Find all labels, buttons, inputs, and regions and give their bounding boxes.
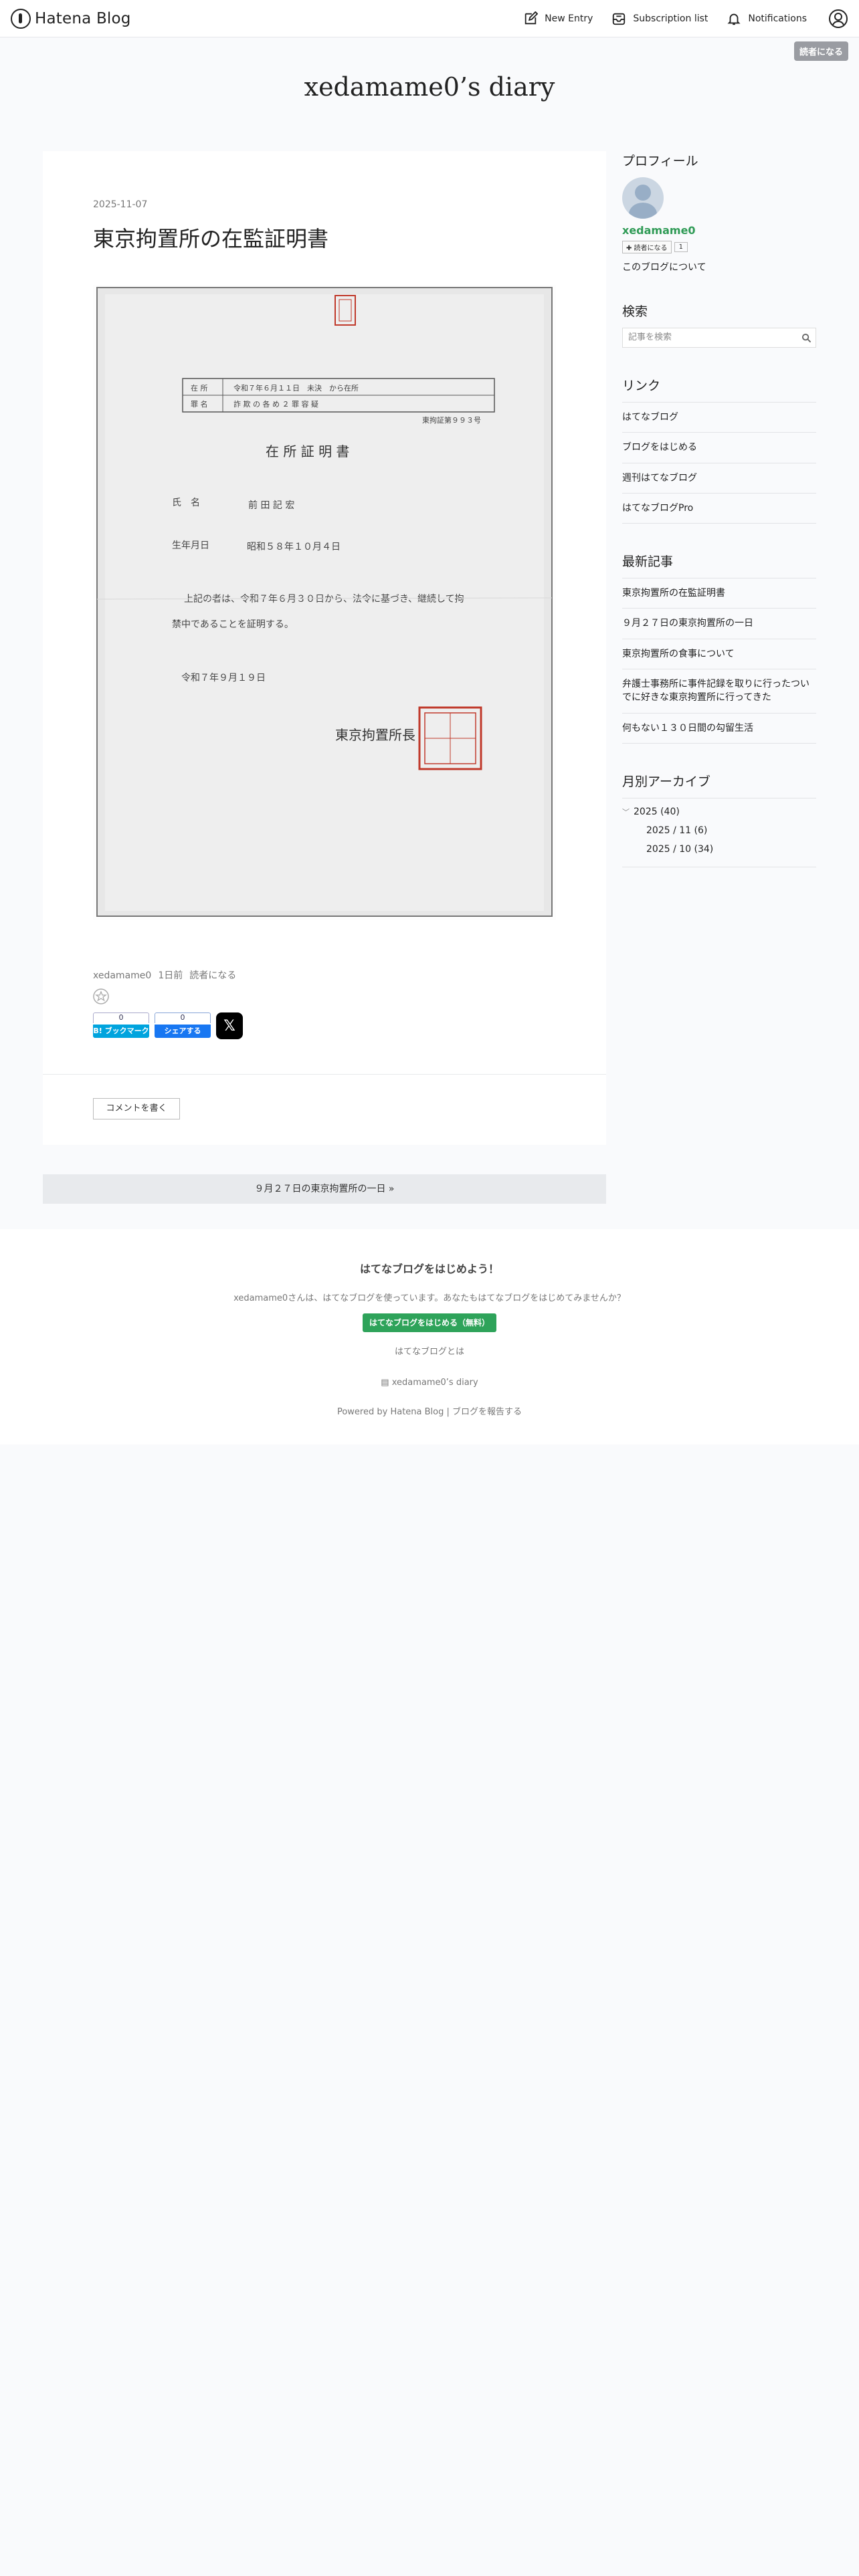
entry-reader-link[interactable]: 読者になる — [189, 970, 236, 981]
about-hatena-blog-link[interactable]: はてなブログとは — [0, 1344, 859, 1357]
recent-entry-item[interactable]: ９月２７日の東京拘置所の一日 — [622, 609, 816, 639]
recent-entry-item[interactable]: 東京拘置所の食事について — [622, 639, 816, 670]
hatena-bookmark-count: 0 — [93, 1012, 149, 1023]
certificate-photo[interactable]: 在 所 令和７年６月１１日 未決 から在所 罪 名 詐 欺 の 各 め ２ 罪 … — [93, 285, 556, 920]
svg-text:在 所: 在 所 — [191, 384, 208, 393]
write-comment-button[interactable]: コメントを書く — [93, 1098, 180, 1119]
svg-text:東京拘置所長: 東京拘置所長 — [335, 727, 415, 743]
link-item[interactable]: ブログをはじめる — [622, 433, 816, 463]
user-account-icon[interactable] — [828, 9, 848, 29]
blog-icon: ▤ — [381, 1378, 392, 1388]
svg-text:令和７年６月１１日 未決 から在所: 令和７年６月１１日 未決 から在所 — [233, 383, 359, 393]
facebook-share-count: 0 — [155, 1012, 211, 1023]
hatena-bookmark-label: B! ブックマーク — [93, 1025, 149, 1038]
header-nav: New Entry Subscription list Notification… — [523, 9, 848, 29]
archive-year-item[interactable]: ﹀ 2025 (40) — [622, 802, 816, 821]
svg-text:詐 欺 の 各 め ２ 罪 容 疑: 詐 欺 の 各 め ２ 罪 容 疑 — [233, 399, 318, 409]
link-item[interactable]: はてなブログ — [622, 403, 816, 433]
search-title: 検索 — [622, 304, 648, 319]
hatena-bookmark-button[interactable]: 0 B! ブックマーク — [93, 1012, 149, 1038]
search-input[interactable]: 記事を検索 — [622, 328, 816, 348]
add-star-icon[interactable] — [93, 988, 109, 1004]
svg-text:令和７年９月１９日: 令和７年９月１９日 — [181, 673, 266, 683]
blog-title[interactable]: xedamame0’s diary — [0, 72, 859, 102]
archive-title: 月別アーカイブ — [622, 774, 710, 789]
entry-time[interactable]: 1日前 — [158, 970, 183, 981]
svg-text:昭和５８年１０月４日: 昭和５８年１０月４日 — [247, 542, 341, 552]
start-blog-button[interactable]: はてなブログをはじめる（無料） — [363, 1313, 496, 1332]
entry-divider — [43, 1074, 606, 1075]
logo-text: Hatena Blog — [35, 9, 131, 27]
footer: はてなブログをはじめよう！ xedamame0さんは、はてなブログを使っています… — [0, 1229, 859, 1444]
profile-name[interactable]: xedamame0 — [622, 224, 816, 237]
link-item[interactable]: 週刊はてなブログ — [622, 463, 816, 494]
search-placeholder: 記事を検索 — [628, 332, 672, 342]
entry-author-link[interactable]: xedamame0 — [93, 970, 151, 981]
x-share-button[interactable]: 𝕏 — [216, 1012, 243, 1039]
reader-row: ✚ 読者になる 1 — [622, 241, 816, 253]
notifications-label: Notifications — [748, 13, 807, 24]
footer-blog-link[interactable]: ▤ xedamame0’s diary — [0, 1378, 859, 1388]
svg-text:罪 名: 罪 名 — [191, 399, 208, 409]
entry-card: 2025-11-07 東京拘置所の在監証明書 在 所 令和７年６月１１日 未決 … — [43, 151, 606, 1145]
archive-list: ﹀ 2025 (40) 2025 / 11 (6) 2025 / 10 (34) — [622, 797, 816, 867]
next-entry-pager[interactable]: ９月２７日の東京拘置所の一日 » — [43, 1174, 606, 1204]
x-logo-icon: 𝕏 — [223, 1017, 235, 1035]
chevron-down-icon[interactable]: ﹀ — [622, 808, 630, 817]
recent-entry-item[interactable]: 東京拘置所の在監証明書 — [622, 578, 816, 609]
entry-meta: xedamame0 1日前 読者になる — [93, 968, 243, 982]
avatar[interactable] — [622, 177, 664, 219]
subscription-list-label: Subscription list — [633, 13, 708, 24]
links-title: リンク — [622, 379, 661, 393]
recent-entries-module: 最新記事 東京拘置所の在監証明書 ９月２７日の東京拘置所の一日 東京拘置所の食事… — [622, 552, 816, 744]
pencil-icon — [524, 11, 539, 24]
sidebar: プロフィール xedamame0 ✚ 読者になる 1 このブログについて 検索 … — [622, 151, 816, 895]
archive-year-label: 2025 (40) — [634, 806, 680, 817]
link-item[interactable]: はてなブログPro — [622, 494, 816, 524]
svg-text:生年月日: 生年月日 — [172, 540, 209, 551]
profile-module: プロフィール xedamame0 ✚ 読者になる 1 このブログについて — [622, 151, 816, 274]
svg-text:前 田 記 宏: 前 田 記 宏 — [248, 500, 294, 511]
facebook-share-label: シェアする — [155, 1025, 211, 1038]
search-module: 検索 記事を検索 — [622, 302, 816, 348]
archive-module: 月別アーカイブ ﹀ 2025 (40) 2025 / 11 (6) 2025 / … — [622, 772, 816, 867]
footer-title: はてなブログをはじめよう！ — [359, 1263, 499, 1275]
archive-month-item[interactable]: 2025 / 11 (6) — [622, 821, 816, 840]
powered-by-text[interactable]: Powered by Hatena Blog | ブログを報告する — [0, 1404, 859, 1417]
recent-entries-title: 最新記事 — [622, 554, 674, 570]
bell-icon — [727, 13, 741, 25]
inbox-icon — [613, 13, 626, 25]
about-blog-link[interactable]: このブログについて — [622, 260, 816, 274]
footer-text: xedamame0さんは、はてなブログを使っています。あなたもはてなブログをはじ… — [233, 1293, 626, 1303]
global-header: Hatena Blog New Entry Subscription list … — [0, 0, 859, 37]
reader-count[interactable]: 1 — [674, 242, 688, 252]
subscription-list-button[interactable]: Subscription list — [611, 11, 708, 26]
archive-month-item[interactable]: 2025 / 10 (34) — [622, 840, 816, 859]
become-reader-button[interactable]: ✚ 読者になる — [622, 241, 672, 253]
links-module: リンク はてなブログ ブログをはじめる 週刊はてなブログ はてなブログPro — [622, 376, 816, 524]
entry-title[interactable]: 東京拘置所の在監証明書 — [93, 222, 328, 253]
new-entry-button[interactable]: New Entry — [523, 11, 593, 26]
svg-text:氏 名: 氏 名 — [172, 498, 200, 508]
subscribe-badge-button[interactable]: 読者になる — [793, 41, 848, 61]
hatena-logo-icon — [11, 8, 31, 29]
notifications-button[interactable]: Notifications — [727, 11, 807, 26]
search-icon[interactable] — [801, 333, 812, 343]
links-list: はてなブログ ブログをはじめる 週刊はてなブログ はてなブログPro — [622, 402, 816, 524]
svg-text:在 所 証 明 書: 在 所 証 明 書 — [266, 443, 349, 459]
recent-entry-item[interactable]: 何もない１３０日間の勾留生活 — [622, 714, 816, 744]
footer-blog-name: xedamame0’s diary — [391, 1378, 478, 1388]
profile-title: プロフィール — [622, 154, 698, 169]
hatena-blog-logo[interactable]: Hatena Blog — [11, 8, 131, 29]
new-entry-label: New Entry — [545, 13, 593, 24]
recent-entry-item[interactable]: 弁護士事務所に事件記録を取りに行ったついでに好きな東京拘置所に行ってきた — [622, 669, 816, 714]
svg-text:禁中であることを証明する。: 禁中であることを証明する。 — [172, 619, 294, 630]
recent-entries-list: 東京拘置所の在監証明書 ９月２７日の東京拘置所の一日 東京拘置所の食事について … — [622, 578, 816, 744]
share-buttons: 0 B! ブックマーク 0 シェアする 𝕏 — [93, 1012, 243, 1039]
facebook-share-button[interactable]: 0 シェアする — [155, 1012, 211, 1038]
svg-text:東拘証第９９３号: 東拘証第９９３号 — [422, 415, 481, 425]
entry-date[interactable]: 2025-11-07 — [93, 199, 147, 210]
